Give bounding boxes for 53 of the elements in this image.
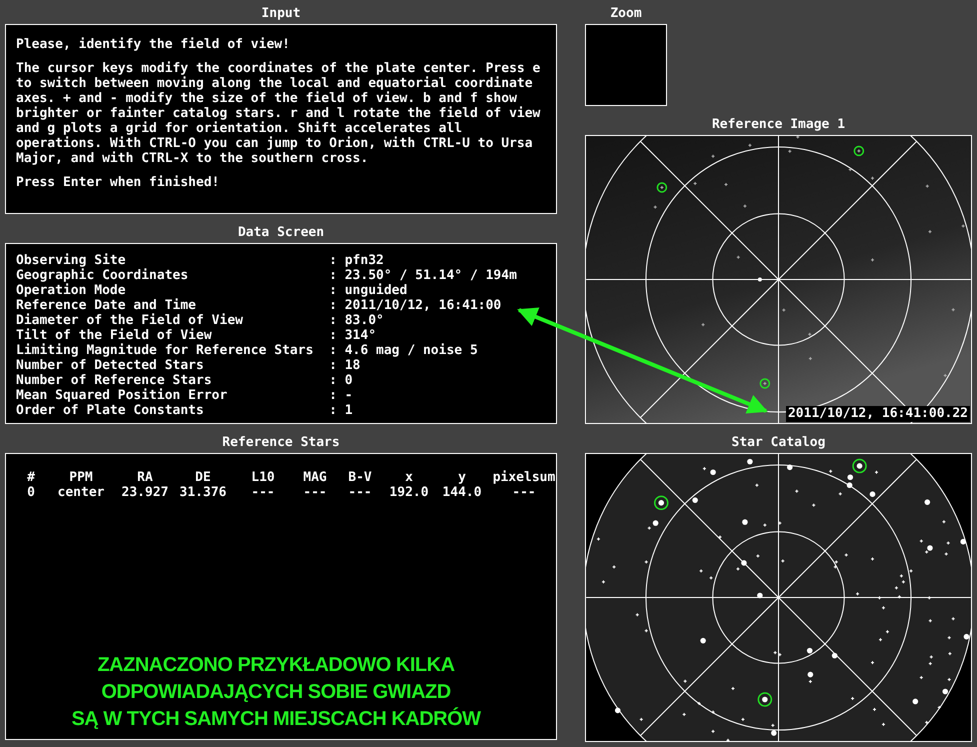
column-header: MAG bbox=[302, 470, 328, 485]
field-value: : - bbox=[329, 388, 353, 403]
field-value: : 23.50° / 51.14° / 194m bbox=[329, 268, 517, 283]
column-header: pixelsum bbox=[492, 470, 556, 485]
panel-title: Reference Stars bbox=[221, 434, 341, 452]
field-value: : 314° bbox=[329, 328, 376, 343]
panel-title: Input bbox=[260, 5, 302, 23]
table-cell-text: 23.927 bbox=[120, 485, 170, 500]
column-header: x bbox=[404, 470, 414, 485]
field-label: Observing Site bbox=[16, 253, 127, 268]
prompt-heading: Please, identify the field of view! bbox=[16, 37, 291, 52]
panel-title: Star Catalog bbox=[730, 434, 826, 452]
table-cell-text: 192.0 bbox=[388, 485, 430, 500]
field-value: : 83.0° bbox=[329, 313, 384, 328]
table-cell-text: 31.376 bbox=[178, 485, 228, 500]
timestamp-label: 2011/10/12, 16:41:00.22 bbox=[786, 406, 970, 422]
annotation-text: ZAZNACZONO PRZYKŁADOWO KILKA ODPOWIADAJĄCYCH SOBIE GWIAZD SĄ W TYCH SAMYCH MIEJSCACH KADRÓW bbox=[70, 653, 482, 732]
prompt-footer: Press Enter when finished! bbox=[16, 175, 546, 190]
field-label: Number of Reference Stars bbox=[16, 373, 213, 388]
table-cell-text: --- bbox=[347, 485, 373, 500]
column-header: L10 bbox=[250, 470, 276, 485]
field-label: Operation Mode bbox=[16, 283, 127, 298]
panel-title: Reference Image 1 bbox=[710, 116, 846, 134]
table-cell-text: 0 bbox=[26, 485, 36, 500]
instructions-text: The cursor keys modify the coordinates of the plate center. Press e to switch between moving along the local and equatorial coordinate axes. + and - modify the size of the field of view. b and f show brighter or fainter catalog stars. r and l rotate the field of view and g plots a grid for orientation. Shift accelerates all operations. With CTRL-O you can jump to Orion, with CTRL-U to Ursa Major, and with CTRL-X to the southern cross. bbox=[16, 61, 542, 166]
field-value: : 1 bbox=[329, 403, 353, 418]
column-header: DE bbox=[194, 470, 212, 485]
field-label: Geographic Coordinates bbox=[16, 268, 190, 283]
field-value: : 4.6 mag / noise 5 bbox=[329, 343, 478, 358]
column-header: RA bbox=[136, 470, 154, 485]
field-label: Number of Detected Stars bbox=[16, 358, 205, 373]
field-value: : pfn32 bbox=[329, 253, 384, 268]
table-cell-text: --- bbox=[511, 485, 537, 500]
column-header: PPM bbox=[68, 470, 94, 485]
table-cell-text: 144.0 bbox=[441, 485, 483, 500]
table-cell-text: center bbox=[56, 485, 106, 500]
column-header: B-V bbox=[347, 470, 373, 485]
panel-title: Zoom bbox=[609, 5, 643, 23]
field-label: Order of Plate Constants bbox=[16, 403, 205, 418]
field-label: Diameter of the Field of View bbox=[16, 313, 244, 328]
field-value: : 18 bbox=[329, 358, 360, 373]
field-value: : 2011/10/12, 16:41:00 bbox=[329, 298, 502, 313]
panel-title: Data Screen bbox=[236, 224, 326, 242]
field-label: Limiting Magnitude for Reference Stars bbox=[16, 343, 314, 358]
field-label: Mean Squared Position Error bbox=[16, 388, 228, 403]
column-header: y bbox=[457, 470, 467, 485]
field-value: : 0 bbox=[329, 373, 353, 388]
table-cell-text: --- bbox=[250, 485, 276, 500]
field-label: Tilt of the Field of View bbox=[16, 328, 213, 343]
table-cell-text: --- bbox=[302, 485, 328, 500]
column-header: # bbox=[26, 470, 36, 485]
field-value: : unguided bbox=[329, 283, 408, 298]
field-label: Reference Date and Time bbox=[16, 298, 198, 313]
